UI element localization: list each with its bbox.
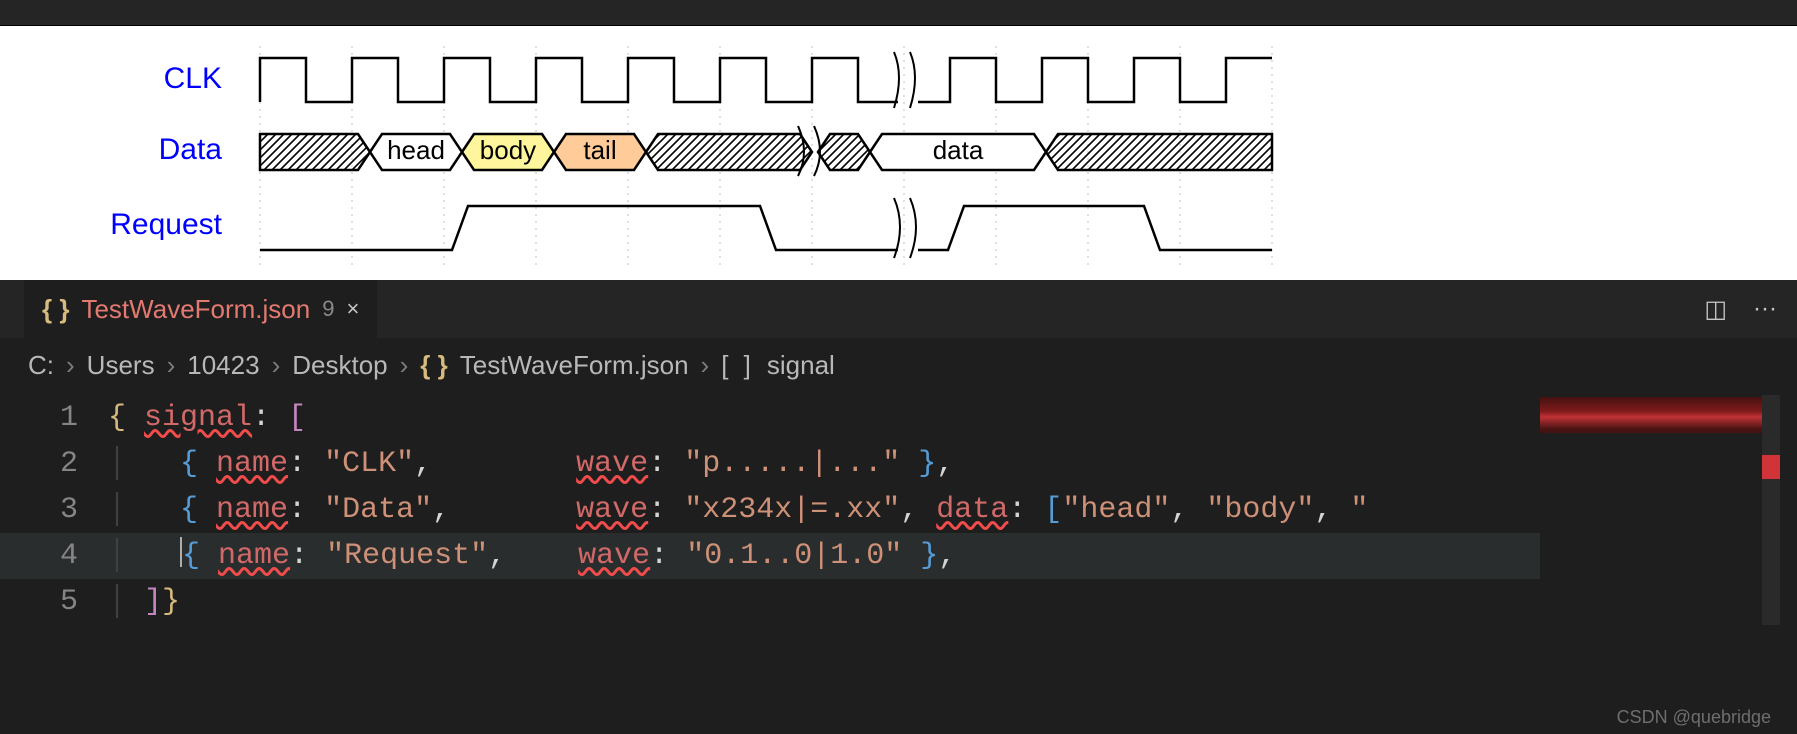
- breadcrumb[interactable]: C: › Users › 10423 › Desktop › { } TestWaveF…: [0, 338, 1797, 395]
- svg-text:body: body: [480, 135, 536, 165]
- svg-text:tail: tail: [583, 135, 616, 165]
- clk-waveform: [260, 52, 1272, 108]
- crumb[interactable]: Users: [87, 350, 155, 381]
- json-icon: { }: [42, 294, 69, 325]
- chevron-right-icon: ›: [400, 350, 409, 381]
- minimap[interactable]: [1540, 395, 1780, 625]
- overview-ruler[interactable]: [1762, 395, 1780, 625]
- line-number: 4: [0, 533, 108, 579]
- signal-label-data: Data: [159, 133, 223, 166]
- chevron-right-icon: ›: [66, 350, 75, 381]
- crumb[interactable]: C:: [28, 350, 54, 381]
- more-actions-icon[interactable]: ···: [1753, 295, 1777, 324]
- code-line[interactable]: 3 │ { name: "Data", wave: "x234x|=.xx", …: [0, 487, 1540, 533]
- crumb-file[interactable]: TestWaveForm.json: [460, 350, 689, 381]
- chevron-right-icon: ›: [272, 350, 281, 381]
- json-icon: { }: [420, 350, 447, 381]
- line-number: 3: [0, 487, 108, 533]
- chevron-right-icon: ›: [167, 350, 176, 381]
- signal-label-clk: CLK: [164, 62, 222, 95]
- array-icon: [ ]: [721, 350, 755, 381]
- close-tab-icon[interactable]: ×: [346, 296, 359, 322]
- tab-problem-count: 9: [322, 296, 334, 322]
- line-number: 2: [0, 441, 108, 487]
- minimap-error-band: [1540, 397, 1780, 433]
- tab-bar: { } TestWaveForm.json 9 × ◫ ···: [0, 280, 1797, 338]
- crumb[interactable]: Desktop: [292, 350, 387, 381]
- line-number: 1: [0, 395, 108, 441]
- data-waveform: head body tail data: [260, 126, 1272, 176]
- svg-text:head: head: [387, 135, 445, 165]
- svg-text:data: data: [933, 135, 984, 165]
- tab-filename: TestWaveForm.json: [81, 294, 310, 325]
- crumb-node[interactable]: signal: [767, 350, 835, 381]
- code-editor[interactable]: 1 { signal: [ 2 │ { name: "CLK", wave: "…: [0, 395, 1797, 625]
- signal-label-request: Request: [110, 208, 222, 241]
- waveform-svg: CLK Data Request head body tail: [0, 26, 1330, 280]
- watermark: CSDN @quebridge: [1617, 707, 1771, 728]
- split-editor-icon[interactable]: ◫: [1704, 295, 1727, 324]
- title-bar-fragment: [0, 0, 1797, 26]
- line-number: 5: [0, 579, 108, 625]
- tab-testwaveform[interactable]: { } TestWaveForm.json 9 ×: [24, 280, 377, 338]
- request-waveform: [260, 198, 1272, 258]
- code-line[interactable]: 2 │ { name: "CLK", wave: "p.....|..." },: [0, 441, 1540, 487]
- waveform-preview: CLK Data Request head body tail: [0, 26, 1797, 280]
- chevron-right-icon: ›: [701, 350, 710, 381]
- code-line[interactable]: 1 { signal: [: [0, 395, 1540, 441]
- crumb[interactable]: 10423: [187, 350, 259, 381]
- code-line[interactable]: 4 │ { name: "Request", wave: "0.1..0|1.0…: [0, 533, 1540, 579]
- editor-panel: { } TestWaveForm.json 9 × ◫ ··· C: › User…: [0, 280, 1797, 625]
- code-line[interactable]: 5 │ ]}: [0, 579, 1540, 625]
